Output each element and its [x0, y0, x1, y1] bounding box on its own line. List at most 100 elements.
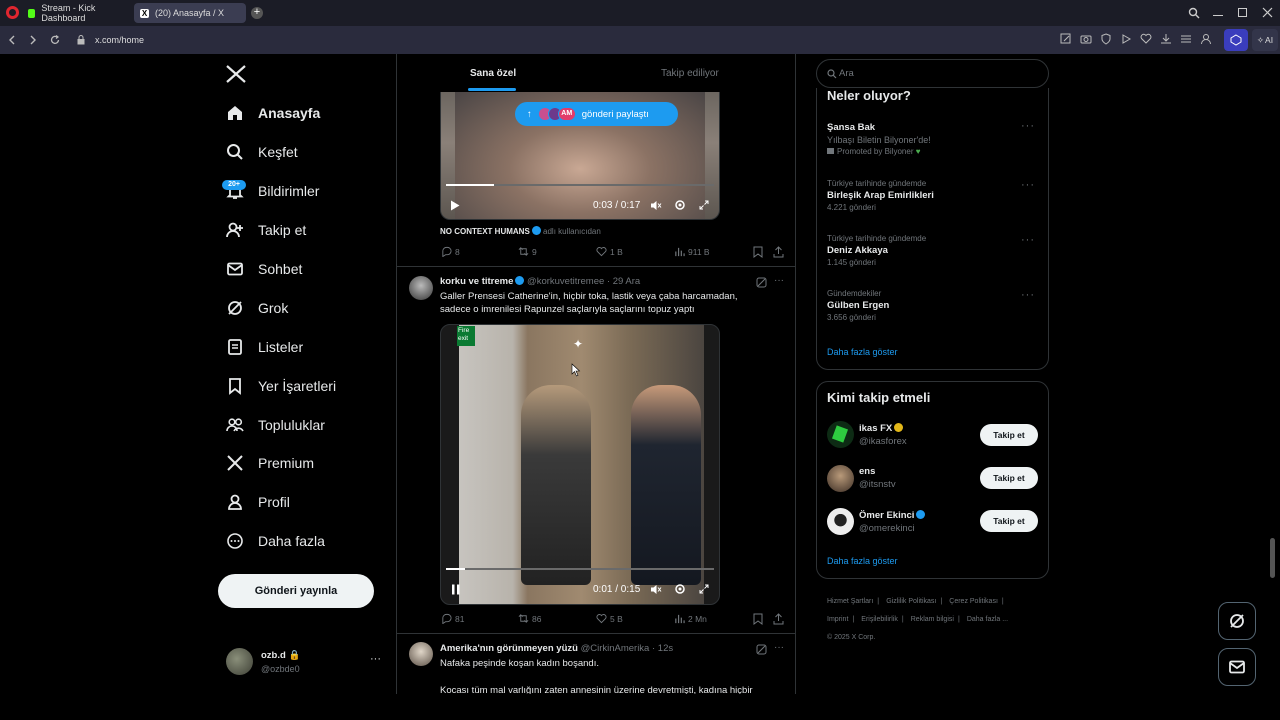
forward-icon[interactable]: [28, 35, 38, 45]
follow-button[interactable]: Takip et: [980, 510, 1038, 532]
post-date[interactable]: · 29 Ara: [607, 276, 640, 287]
source-name[interactable]: NO CONTEXT HUMANS: [440, 227, 530, 236]
like-button[interactable]: 5 B: [596, 613, 623, 624]
tab-x-home[interactable]: X (20) Anasayfa / X: [134, 3, 246, 23]
post-more-icon[interactable]: ···: [774, 642, 784, 653]
opera-logo-icon[interactable]: [6, 6, 19, 19]
tab-following[interactable]: Takip ediliyor: [661, 68, 719, 79]
trend-more-icon[interactable]: ···: [1021, 234, 1035, 246]
avatar[interactable]: [827, 508, 854, 535]
pause-icon[interactable]: [451, 584, 461, 595]
avatar[interactable]: [409, 276, 433, 300]
repost-button[interactable]: 86: [518, 613, 541, 624]
mute-icon[interactable]: [650, 584, 662, 595]
trends-show-more[interactable]: Daha fazla göster: [827, 347, 898, 357]
search-input[interactable]: Ara: [816, 59, 1049, 88]
footer-link[interactable]: Imprint: [827, 616, 848, 623]
mute-icon[interactable]: [650, 200, 662, 211]
trend-more-icon[interactable]: ···: [1021, 179, 1035, 191]
nav-messages[interactable]: Sohbet: [226, 257, 302, 281]
nav-lists[interactable]: Listeler: [226, 335, 303, 359]
who-item[interactable]: ens @itsnstv: [859, 466, 896, 490]
fullscreen-icon[interactable]: [699, 200, 709, 210]
repost-button[interactable]: 9: [518, 246, 537, 257]
post-author-name[interactable]: korku ve titreme: [440, 276, 513, 287]
menu-icon[interactable]: [1180, 33, 1194, 47]
follow-button[interactable]: Takip et: [980, 424, 1038, 446]
views-button[interactable]: 911 B: [674, 246, 710, 257]
x-logo-icon[interactable]: [226, 65, 246, 83]
tab-for-you[interactable]: Sana özel: [470, 68, 516, 79]
url-field[interactable]: x.com/home: [95, 35, 144, 45]
account-switcher[interactable]: ozb.d 🔒 @ozbde0 ···: [226, 648, 386, 678]
footer-link[interactable]: Daha fazla ...: [967, 616, 1008, 623]
avatar[interactable]: [827, 465, 854, 492]
shield-icon[interactable]: [1100, 33, 1114, 47]
post-author-handle[interactable]: @korkuvetitremee: [527, 276, 604, 287]
video-progress-track[interactable]: [446, 568, 714, 570]
nav-profile[interactable]: Profil: [226, 490, 290, 514]
reload-icon[interactable]: [50, 35, 60, 45]
nav-explore[interactable]: Keşfet: [226, 140, 298, 164]
sparkle-icon[interactable]: ✦: [573, 337, 583, 351]
extension-icon[interactable]: [1224, 29, 1248, 51]
nav-premium[interactable]: Premium: [226, 451, 314, 475]
scrollbar-thumb[interactable]: [1270, 538, 1275, 578]
profile-icon[interactable]: [1200, 33, 1214, 47]
trend-item[interactable]: Gündemdekiler Gülben Ergen 3.656 gönderi…: [827, 289, 1037, 322]
video-progress-track[interactable]: [446, 184, 714, 186]
play-icon[interactable]: [450, 200, 460, 211]
back-icon[interactable]: [7, 35, 17, 45]
trend-more-icon[interactable]: ···: [1021, 120, 1035, 132]
post-more-icon[interactable]: ···: [774, 275, 784, 286]
bookmark-icon[interactable]: [753, 246, 763, 258]
footer-link[interactable]: Hizmet Şartları: [827, 598, 873, 605]
minimize-icon[interactable]: [1213, 15, 1223, 16]
grok-explain-icon[interactable]: [756, 277, 767, 288]
share-icon[interactable]: [773, 246, 784, 258]
trend-item[interactable]: Türkiye tarihinde gündemde Deniz Akkaya …: [827, 234, 1037, 267]
tab-kick[interactable]: Stream - Kick Dashboard: [22, 3, 130, 23]
like-button[interactable]: 1 B: [596, 246, 623, 257]
scrollbar[interactable]: [1269, 58, 1276, 688]
who-item[interactable]: Ömer Ekinci @omerekinci: [859, 510, 926, 534]
nav-more[interactable]: Daha fazla: [226, 529, 325, 553]
settings-icon[interactable]: [674, 199, 686, 211]
settings-icon[interactable]: [674, 583, 686, 595]
trend-more-icon[interactable]: ···: [1021, 289, 1035, 301]
who-show-more[interactable]: Daha fazla göster: [827, 556, 898, 566]
nav-follow[interactable]: Takip et: [226, 218, 306, 242]
post-button[interactable]: Gönderi yayınla: [218, 574, 374, 608]
messages-fab[interactable]: [1218, 648, 1256, 686]
footer-link[interactable]: Erişilebilirlik: [861, 616, 898, 623]
avatar[interactable]: [409, 642, 433, 666]
restore-icon[interactable]: [1238, 8, 1247, 17]
nav-bookmarks[interactable]: Yer İşaretleri: [226, 374, 336, 398]
avatar[interactable]: [827, 421, 854, 448]
follow-button[interactable]: Takip et: [980, 467, 1038, 489]
ai-button[interactable]: ✧ AI: [1252, 29, 1278, 51]
post-author-handle[interactable]: @CirkinAmerika: [581, 643, 650, 654]
trend-item[interactable]: Şansa Bak Yılbaşı Biletin Bilyoner'de! P…: [827, 120, 1037, 156]
who-item[interactable]: ikas FX @ikasforex: [859, 423, 907, 447]
nav-communities[interactable]: Topluluklar: [226, 413, 325, 437]
account-more-icon[interactable]: ···: [370, 653, 381, 665]
footer-link[interactable]: Gizlilik Politikası: [886, 598, 936, 605]
play-icon[interactable]: [1120, 33, 1134, 47]
new-tab-button[interactable]: +: [251, 7, 263, 19]
edit-icon[interactable]: [1060, 33, 1074, 47]
footer-link[interactable]: Çerez Politikası: [949, 598, 998, 605]
close-window-icon[interactable]: [1262, 7, 1273, 18]
views-button[interactable]: 2 Mn: [674, 613, 707, 624]
grok-fab[interactable]: [1218, 602, 1256, 640]
camera-icon[interactable]: [1080, 33, 1094, 47]
heart-icon[interactable]: [1140, 33, 1154, 47]
download-icon[interactable]: [1160, 33, 1174, 47]
nav-home[interactable]: Anasayfa: [226, 101, 320, 125]
reply-button[interactable]: 81: [441, 613, 464, 624]
grok-explain-icon[interactable]: [756, 644, 767, 655]
lock-icon[interactable]: [77, 35, 85, 45]
share-icon[interactable]: [773, 613, 784, 625]
new-posts-pill[interactable]: ↑ AM gönderi paylaştı: [515, 102, 678, 126]
post-author-name[interactable]: Amerika'nın görünmeyen yüzü: [440, 643, 578, 654]
